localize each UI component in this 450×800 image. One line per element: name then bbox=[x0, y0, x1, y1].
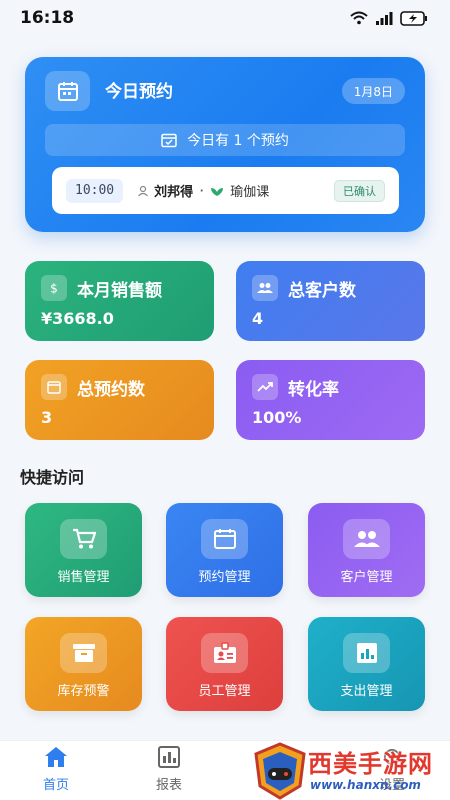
nav-label: 报表 bbox=[155, 778, 182, 793]
nav-home[interactable]: 首页 bbox=[11, 741, 101, 800]
section-title: 快捷访问 bbox=[20, 468, 85, 487]
status-icons bbox=[350, 10, 428, 26]
watermark-url: www.hanxn.com bbox=[310, 778, 421, 792]
status-badge: 已确认 bbox=[334, 179, 385, 202]
nav-label: 首页 bbox=[42, 778, 69, 793]
battery-icon bbox=[400, 10, 427, 26]
watermark: 西美手游网 www.hanxn.com bbox=[250, 742, 450, 800]
stat-label: 转化率 bbox=[288, 379, 339, 400]
appointment-title: 今日预约 bbox=[105, 82, 173, 102]
stat-label: 本月销售额 bbox=[77, 280, 162, 301]
svg-text:$: $ bbox=[50, 282, 58, 296]
calendar-icon bbox=[41, 374, 67, 400]
dollar-icon: $ bbox=[41, 275, 67, 301]
status-bar: 16:18 bbox=[0, 0, 450, 36]
stat-value: 100% bbox=[252, 408, 302, 427]
people-icon bbox=[343, 519, 390, 559]
quick-label: 销售管理 bbox=[57, 570, 110, 585]
stat-value: 3 bbox=[41, 408, 53, 427]
game-shield-icon bbox=[254, 742, 306, 800]
quick-appointment-management[interactable]: 预约管理 bbox=[166, 503, 283, 597]
appointment-item[interactable]: 10:00 刘邦得 · 瑜伽课 已确认 bbox=[52, 167, 399, 214]
wifi-icon bbox=[350, 11, 368, 25]
watermark-text: 西美手游网 bbox=[308, 750, 433, 778]
calendar-icon bbox=[45, 71, 90, 111]
person-icon bbox=[138, 185, 149, 196]
report-icon bbox=[158, 746, 180, 768]
stat-value: 4 bbox=[252, 309, 264, 328]
badge-icon bbox=[201, 633, 248, 673]
appointment-summary[interactable]: 今日有 1 个预约 bbox=[45, 124, 405, 156]
quick-label: 库存预警 bbox=[57, 684, 110, 699]
appointment-service: 瑜伽课 bbox=[210, 181, 269, 200]
quick-label: 客户管理 bbox=[340, 570, 393, 585]
stat-total-appointments[interactable]: 总预约数 3 bbox=[25, 360, 214, 440]
quick-expense-management[interactable]: 支出管理 bbox=[308, 617, 425, 711]
date-chip: 1月8日 bbox=[341, 78, 405, 104]
quick-sales-management[interactable]: 销售管理 bbox=[25, 503, 142, 597]
appointment-summary-text: 今日有 1 个预约 bbox=[187, 133, 289, 149]
leaf-icon bbox=[211, 187, 224, 196]
stat-label: 总预约数 bbox=[77, 379, 145, 400]
today-appointments-card[interactable]: 今日预约 1月8日 今日有 1 个预约 10:00 刘邦得 · 瑜伽课 已确认 bbox=[25, 57, 425, 232]
quick-customer-management[interactable]: 客户管理 bbox=[308, 503, 425, 597]
quick-staff-management[interactable]: 员工管理 bbox=[166, 617, 283, 711]
quick-inventory-alert[interactable]: 库存预警 bbox=[25, 617, 142, 711]
trend-icon bbox=[252, 374, 278, 400]
stat-total-customers[interactable]: 总客户数 4 bbox=[236, 261, 425, 341]
quick-label: 支出管理 bbox=[340, 684, 393, 699]
appointment-customer: 刘邦得 bbox=[137, 181, 193, 200]
archive-icon bbox=[60, 633, 107, 673]
home-icon bbox=[45, 747, 67, 767]
quick-label: 预约管理 bbox=[198, 570, 251, 585]
stat-value: ¥3668.0 bbox=[41, 309, 114, 328]
signal-icon bbox=[376, 12, 393, 25]
stat-monthly-sales[interactable]: $ 本月销售额 ¥3668.0 bbox=[25, 261, 214, 341]
service-name: 瑜伽课 bbox=[230, 185, 270, 200]
cart-icon bbox=[60, 519, 107, 559]
calendar-icon bbox=[201, 519, 248, 559]
stat-label: 总客户数 bbox=[288, 280, 356, 301]
status-time: 16:18 bbox=[20, 8, 75, 28]
bar-chart-icon bbox=[343, 633, 390, 673]
appointment-time: 10:00 bbox=[66, 178, 124, 203]
calendar-check-icon bbox=[161, 133, 177, 148]
separator-dot: · bbox=[199, 181, 205, 200]
nav-report[interactable]: 报表 bbox=[124, 741, 214, 800]
people-icon bbox=[252, 275, 278, 301]
stat-conversion-rate[interactable]: 转化率 100% bbox=[236, 360, 425, 440]
quick-label: 员工管理 bbox=[198, 684, 251, 699]
customer-name: 刘邦得 bbox=[154, 185, 194, 200]
